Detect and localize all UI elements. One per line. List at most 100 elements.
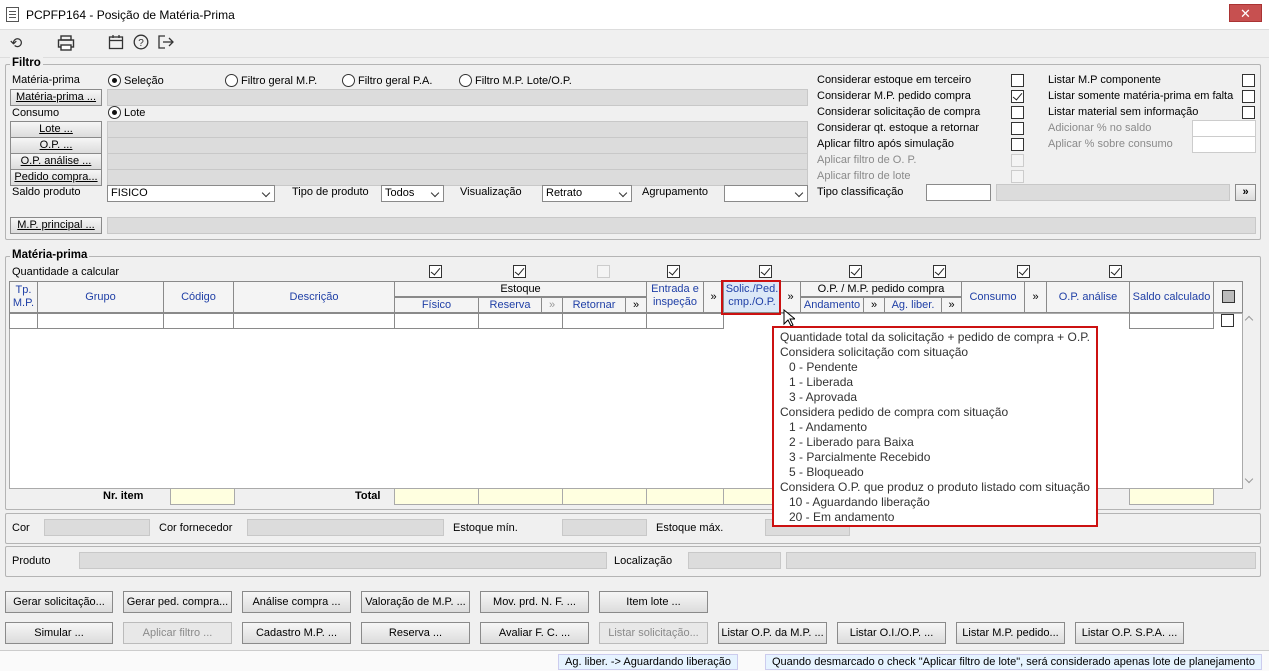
grid-cell[interactable] — [9, 313, 38, 329]
tipo-classificacao-more-button[interactable]: » — [1235, 184, 1256, 201]
item-lote-button[interactable]: Item lote ... — [599, 591, 708, 613]
opt-sem-informacao-checkbox[interactable] — [1242, 106, 1255, 119]
listar-op-spa-button[interactable]: Listar O.P. S.P.A. ... — [1075, 622, 1184, 644]
listar-op-mp-button[interactable]: Listar O.P. da M.P. ... — [718, 622, 827, 644]
saldo-produto-select[interactable]: FISICO — [107, 185, 275, 202]
grid-scrollbar[interactable] — [1243, 313, 1257, 489]
col-saldo-calculado[interactable]: Saldo calculado — [1129, 281, 1214, 313]
col-tp-mp[interactable]: Tp. M.P. — [9, 281, 38, 313]
calc-reserva-checkbox[interactable] — [513, 265, 526, 278]
grid-cell[interactable] — [646, 313, 724, 329]
mov-prd-nf-button[interactable]: Mov. prd. N. F. ... — [480, 591, 589, 613]
col-entrada-inspecao[interactable]: Entrada e inspeção — [646, 281, 704, 313]
row-checkbox[interactable] — [1221, 314, 1234, 327]
col-op-analise[interactable]: O.P. análise — [1046, 281, 1130, 313]
analise-compra-button[interactable]: Análise compra ... — [242, 591, 351, 613]
col-select-all[interactable] — [1213, 281, 1243, 313]
col-ag-liber[interactable]: Ag. liber. — [884, 297, 942, 313]
calc-retornar-checkbox — [597, 265, 610, 278]
radio-lote-label: Lote — [124, 107, 146, 119]
col-grupo[interactable]: Grupo — [37, 281, 164, 313]
col-reserva[interactable]: Reserva — [478, 297, 542, 313]
mp-principal-button[interactable]: M.P. principal ... — [10, 217, 102, 234]
opt-solicitacao-compra-checkbox[interactable] — [1011, 106, 1024, 119]
listar-mp-pedido-button[interactable]: Listar M.P. pedido... — [956, 622, 1065, 644]
lote-button[interactable]: Lote ... — [10, 121, 102, 138]
listar-oi-op-button[interactable]: Listar O.I./O.P. ... — [837, 622, 946, 644]
tooltip-line: Considera pedido de compra com situação — [780, 405, 1009, 419]
gerar-ped-compra-button[interactable]: Gerar ped. compra... — [123, 591, 232, 613]
exit-icon[interactable] — [156, 34, 176, 54]
opt-listar-mp-componente-checkbox[interactable] — [1242, 74, 1255, 87]
status-message: Quando desmarcado o check "Aplicar filtr… — [765, 654, 1262, 670]
aplicar-consumo-input — [1192, 136, 1256, 153]
agrupamento-select[interactable] — [724, 185, 808, 202]
grid-cell[interactable] — [1129, 313, 1214, 329]
col-consumo[interactable]: Consumo — [961, 281, 1025, 313]
close-button[interactable]: ✕ — [1229, 4, 1262, 22]
radio-selecao[interactable] — [108, 74, 121, 87]
select-all-checkbox[interactable] — [1222, 290, 1235, 303]
radio-filtro-mp-lote-op[interactable] — [459, 74, 472, 87]
calc-op-analise-checkbox[interactable] — [1109, 265, 1122, 278]
tipo-produto-label: Tipo de produto — [292, 186, 369, 198]
grid-cell[interactable] — [394, 313, 479, 329]
radio-filtro-mp-lote-op-label: Filtro M.P. Lote/O.P. — [475, 75, 572, 87]
col-consumo-more[interactable]: » — [1024, 281, 1047, 313]
grid-cell[interactable] — [562, 313, 647, 329]
opt-mp-pedido-compra-checkbox[interactable] — [1011, 90, 1024, 103]
opt-filtro-apos-simulacao-checkbox[interactable] — [1011, 138, 1024, 151]
calc-solic-checkbox[interactable] — [759, 265, 772, 278]
col-fisico[interactable]: Físico — [394, 297, 479, 313]
consumo-label: Consumo — [12, 107, 60, 119]
pedido-compra-button[interactable]: Pedido compra... — [10, 169, 102, 186]
radio-filtro-geral-pa[interactable] — [342, 74, 355, 87]
refresh-icon[interactable]: ⟲ — [6, 34, 26, 54]
simular-button[interactable]: Simular ... — [5, 622, 113, 644]
calc-entrada-checkbox[interactable] — [667, 265, 680, 278]
col-ag-liber-more[interactable]: » — [941, 297, 962, 313]
avaliar-fc-button[interactable]: Avaliar F. C. ... — [480, 622, 589, 644]
tooltip-line: Considera O.P. que produz o produto list… — [780, 480, 1090, 494]
grid-cell[interactable] — [478, 313, 563, 329]
opt-qt-estoque-retornar-checkbox[interactable] — [1011, 122, 1024, 135]
col-andamento-more[interactable]: » — [863, 297, 885, 313]
calc-consumo-checkbox[interactable] — [1017, 265, 1030, 278]
col-andamento[interactable]: Andamento — [800, 297, 864, 313]
op-button[interactable]: O.P. ... — [10, 137, 102, 154]
calendar-icon[interactable] — [106, 34, 126, 54]
help-icon[interactable]: ? — [131, 34, 151, 54]
grid-cell[interactable] — [163, 313, 234, 329]
tipo-produto-select[interactable]: Todos — [381, 185, 444, 202]
print-icon[interactable] — [56, 34, 76, 54]
grid-cell[interactable] — [233, 313, 395, 329]
scroll-up-icon[interactable] — [1244, 315, 1254, 325]
col-retornar-more[interactable]: » — [625, 297, 647, 313]
tooltip-line: 3 - Parcialmente Recebido — [789, 450, 931, 464]
filtro-title: Filtro — [10, 57, 43, 69]
op-analise-button[interactable]: O.P. análise ... — [10, 153, 102, 170]
scroll-down-icon[interactable] — [1244, 474, 1254, 484]
radio-filtro-geral-mp[interactable] — [225, 74, 238, 87]
opt-somente-em-falta-checkbox[interactable] — [1242, 90, 1255, 103]
col-codigo[interactable]: Código — [163, 281, 234, 313]
opt-estoque-terceiro-checkbox[interactable] — [1011, 74, 1024, 87]
estoque-max-label: Estoque máx. — [656, 522, 724, 534]
localizacao-label: Localização — [614, 555, 673, 567]
materia-prima-button[interactable]: Matéria-prima ... — [10, 89, 102, 106]
col-descricao[interactable]: Descrição — [233, 281, 395, 313]
calc-fisico-checkbox[interactable] — [429, 265, 442, 278]
col-retornar[interactable]: Retornar — [562, 297, 626, 313]
total-label: Total — [355, 490, 381, 502]
reserva-button[interactable]: Reserva ... — [361, 622, 470, 644]
tipo-classificacao-input[interactable] — [926, 184, 991, 201]
cadastro-mp-button[interactable]: Cadastro M.P. ... — [242, 622, 351, 644]
opt-listar-mp-componente-label: Listar M.P componente — [1048, 74, 1161, 86]
gerar-solicitacao-button[interactable]: Gerar solicitação... — [5, 591, 113, 613]
grid-cell[interactable] — [37, 313, 164, 329]
valoracao-mp-button[interactable]: Valoração de M.P. ... — [361, 591, 470, 613]
calc-andamento-checkbox[interactable] — [849, 265, 862, 278]
visualizacao-select[interactable]: Retrato — [542, 185, 632, 202]
radio-lote[interactable] — [108, 106, 121, 119]
calc-ag-liber-checkbox[interactable] — [933, 265, 946, 278]
